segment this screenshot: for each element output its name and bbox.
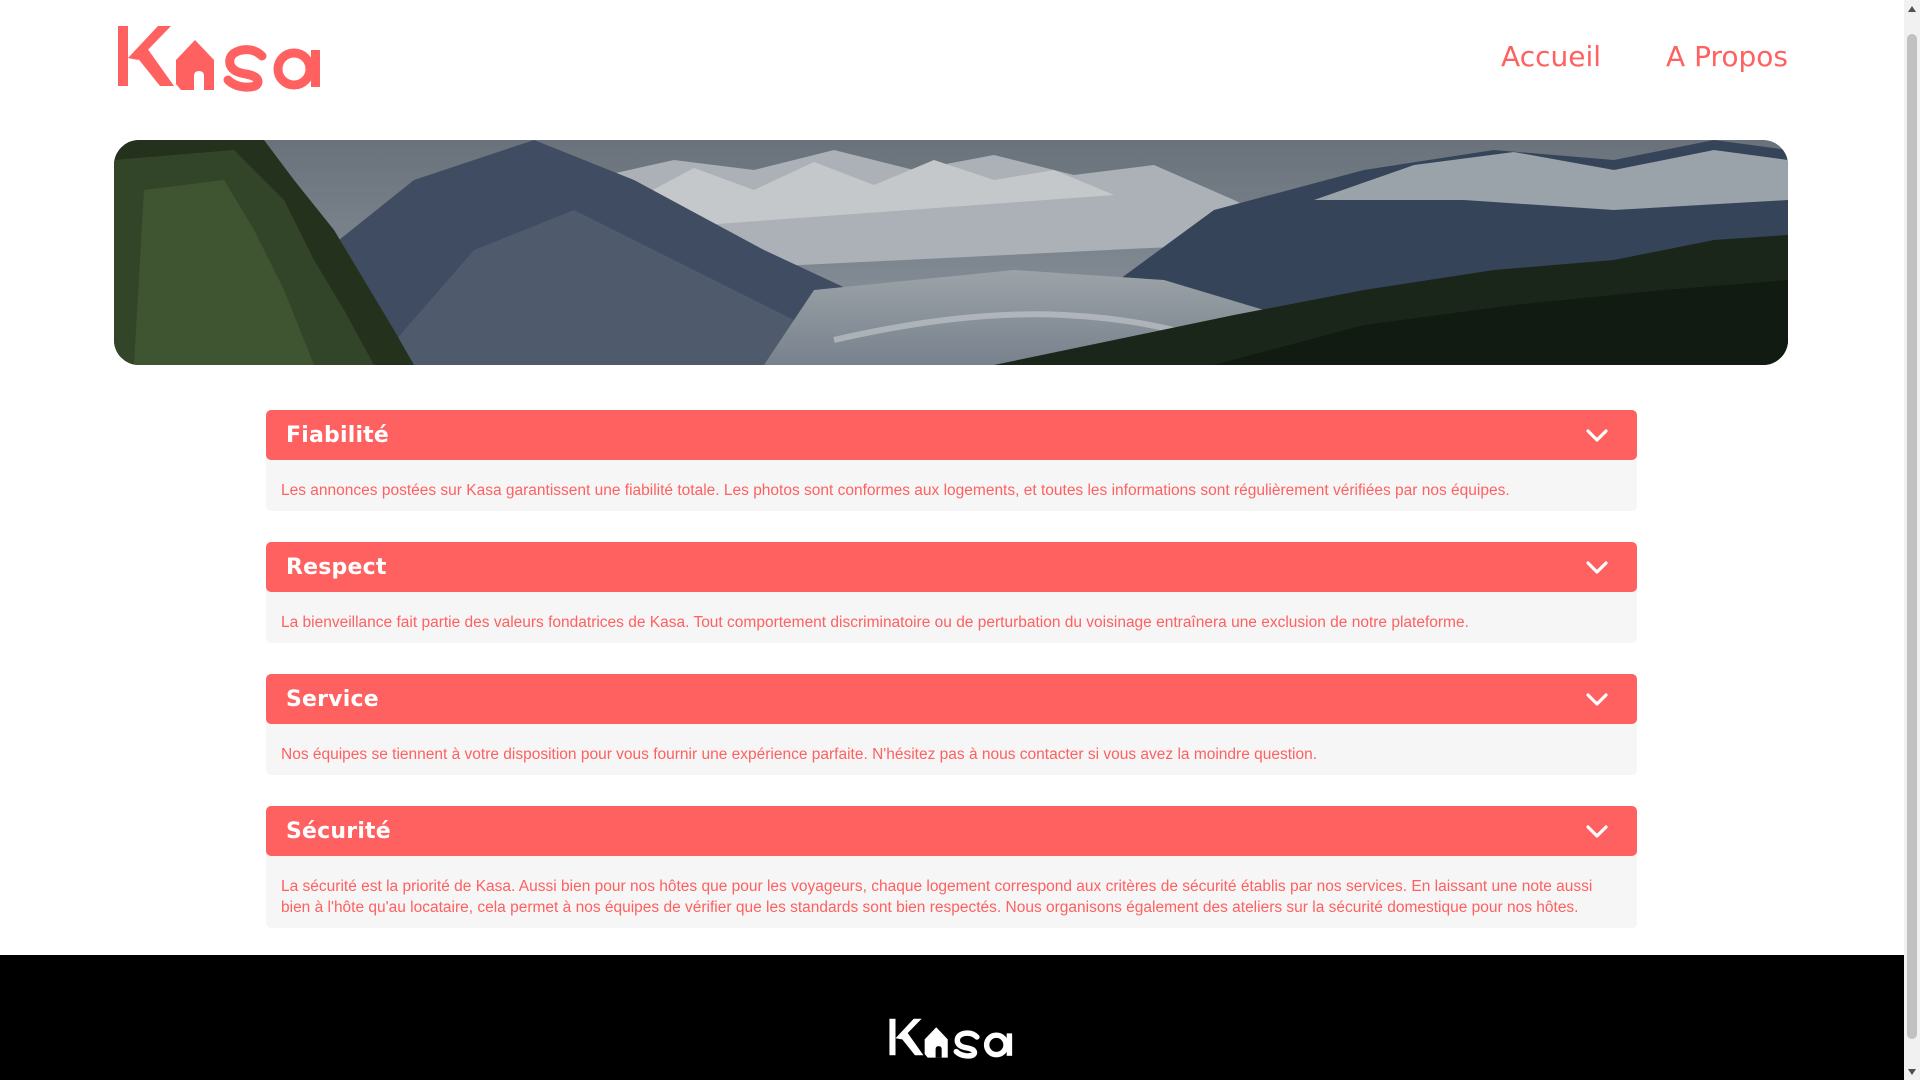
about-banner-image — [114, 140, 1788, 365]
collapse-fiabilite: Fiabilité Les annonces postées sur Kasa … — [266, 410, 1637, 511]
collapse-title: Service — [286, 686, 379, 712]
collapse-text: La bienveillance fait partie des valeurs… — [281, 614, 1469, 631]
main-nav: Accueil A Propos — [1501, 40, 1788, 73]
kasa-footer-logo — [887, 1015, 1017, 1080]
collapse-service: Service Nos équipes se tiennent à votre … — [266, 674, 1637, 775]
chevron-down-icon[interactable] — [1585, 555, 1609, 579]
collapse-header-respect[interactable]: Respect — [266, 542, 1637, 592]
collapse-body: La sécurité est la priorité de Kasa. Aus… — [266, 848, 1637, 928]
site-footer — [0, 955, 1904, 1080]
values-collapses: Fiabilité Les annonces postées sur Kasa … — [266, 410, 1637, 959]
collapse-header-service[interactable]: Service — [266, 674, 1637, 724]
nav-home-link[interactable]: Accueil — [1501, 40, 1601, 73]
kasa-logo-mark — [889, 1018, 1013, 1059]
kasa-logo[interactable] — [114, 18, 328, 94]
collapse-title: Fiabilité — [286, 422, 390, 448]
scroll-down-arrow-icon[interactable] — [1904, 1063, 1920, 1080]
collapse-title: Respect — [286, 554, 387, 580]
collapse-body: Les annonces postées sur Kasa garantisse… — [266, 452, 1637, 511]
site-header: Accueil A Propos — [114, 18, 1788, 94]
collapse-securite: Sécurité La sécurité est la priorité de … — [266, 806, 1637, 928]
kasa-logo-mark — [118, 26, 320, 92]
scrollbar-thumb[interactable] — [1907, 34, 1917, 1039]
collapse-header-fiabilite[interactable]: Fiabilité — [266, 410, 1637, 460]
scroll-up-arrow-icon[interactable] — [1904, 0, 1920, 17]
mountain-landscape-image — [114, 140, 1788, 365]
about-page: Accueil A Propos Fiabilité Les annonces … — [0, 0, 1904, 1080]
nav-about-link[interactable]: A Propos — [1666, 40, 1788, 73]
chevron-down-icon[interactable] — [1585, 819, 1609, 843]
collapse-title: Sécurité — [286, 818, 391, 844]
collapse-text: Nos équipes se tiennent à votre disposit… — [281, 746, 1318, 763]
chevron-down-icon[interactable] — [1585, 423, 1609, 447]
page-scrollbar[interactable] — [1904, 0, 1920, 1080]
collapse-body: La bienveillance fait partie des valeurs… — [266, 584, 1637, 643]
collapse-respect: Respect La bienveillance fait partie des… — [266, 542, 1637, 643]
collapse-body: Nos équipes se tiennent à votre disposit… — [266, 716, 1637, 775]
collapse-text: Les annonces postées sur Kasa garantisse… — [281, 482, 1510, 499]
chevron-down-icon[interactable] — [1585, 687, 1609, 711]
collapse-text: La sécurité est la priorité de Kasa. Aus… — [281, 878, 1593, 916]
collapse-header-securite[interactable]: Sécurité — [266, 806, 1637, 856]
